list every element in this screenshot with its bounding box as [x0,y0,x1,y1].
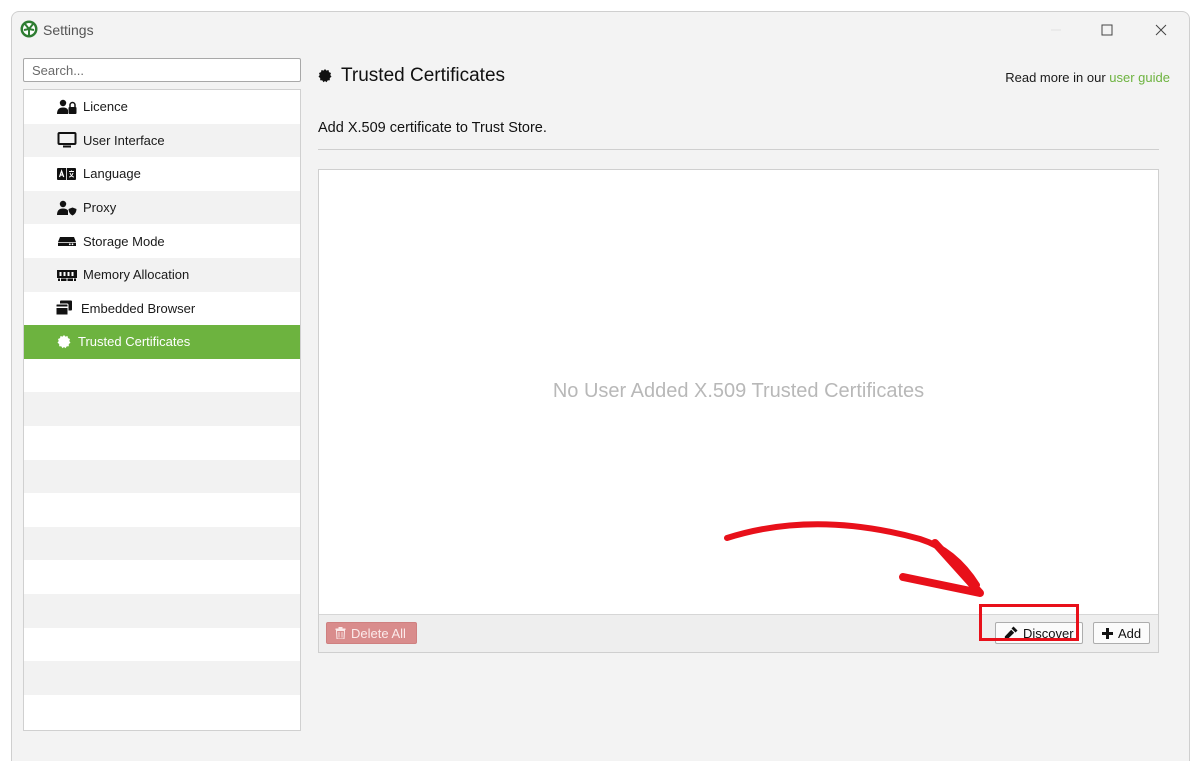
sidebar-item-label: Embedded Browser [81,300,196,316]
list-item [24,493,300,527]
page-header: Trusted Certificates [317,65,505,87]
sidebar-item-licence[interactable]: Licence [24,90,300,124]
trash-icon [335,627,346,639]
sidebar-item-label: Proxy [83,200,117,216]
maximize-icon [1101,24,1113,36]
hard-drive-icon [57,233,77,249]
maximize-button[interactable] [1087,17,1127,43]
list-item [24,560,300,594]
list-item [24,392,300,426]
list-item [24,426,300,460]
search-input[interactable] [23,58,301,82]
windows-icon [55,300,75,316]
page-subtitle: Add X.509 certificate to Trust Store. [318,120,547,136]
sidebar-item-language[interactable]: Language [24,157,300,191]
certificate-toolbar: Delete All Discover Add [319,614,1158,652]
window-title: Settings [43,22,94,38]
sidebar: Licence User Interface Language Proxy St… [23,89,301,731]
user-guide-link[interactable]: user guide [1109,70,1170,85]
discover-button[interactable]: Discover [995,622,1083,644]
close-button[interactable] [1141,17,1181,43]
user-guide-text: Read more in our user guide [1005,70,1170,85]
certificate-icon [56,334,72,350]
certificate-icon [318,69,332,83]
plus-icon [1102,627,1113,639]
sidebar-item-label: User Interface [83,132,165,148]
discover-label: Discover [1023,625,1074,641]
app-logo-icon [20,20,38,38]
divider [318,149,1159,150]
list-item [24,459,300,494]
settings-window: Settings Licence User Interface [11,11,1190,761]
sidebar-item-label: Memory Allocation [83,267,190,283]
certificate-list-panel: No User Added X.509 Trusted Certificates… [318,169,1159,653]
sidebar-item-label: Language [83,166,141,182]
sidebar-item-memory-allocation[interactable]: Memory Allocation [24,257,300,292]
sidebar-item-embedded-browser[interactable]: Embedded Browser [24,292,300,326]
list-item [24,593,300,628]
add-label: Add [1118,625,1142,641]
list-item [24,526,300,561]
sidebar-item-user-interface[interactable]: User Interface [24,123,300,158]
sidebar-item-label: Storage Mode [83,233,165,249]
page-title: Trusted Certificates [341,65,506,86]
close-icon [1155,24,1167,36]
monitor-icon [57,132,77,148]
sidebar-item-storage-mode[interactable]: Storage Mode [24,224,300,258]
sidebar-item-label: Licence [83,99,128,115]
user-lock-icon [57,99,77,115]
delete-all-button[interactable]: Delete All [326,622,417,644]
delete-all-label: Delete All [351,625,406,641]
title-bar: Settings [12,12,1189,48]
list-item [24,695,300,729]
memory-icon [57,267,77,283]
user-guide-prefix: Read more in our [1005,70,1110,85]
eyedropper-icon [1004,626,1018,640]
empty-state-message: No User Added X.509 Trusted Certificates [552,380,925,402]
minimize-button[interactable] [1036,17,1076,43]
sidebar-item-proxy[interactable]: Proxy [24,190,300,225]
list-item [24,628,300,662]
list-item [24,359,300,393]
list-item [24,661,300,695]
sidebar-item-label: Trusted Certificates [78,334,191,350]
minimize-icon [1051,29,1061,31]
user-shield-icon [57,200,77,216]
sidebar-item-trusted-certificates[interactable]: Trusted Certificates [24,325,300,359]
add-button[interactable]: Add [1093,622,1151,644]
language-icon [57,166,77,182]
